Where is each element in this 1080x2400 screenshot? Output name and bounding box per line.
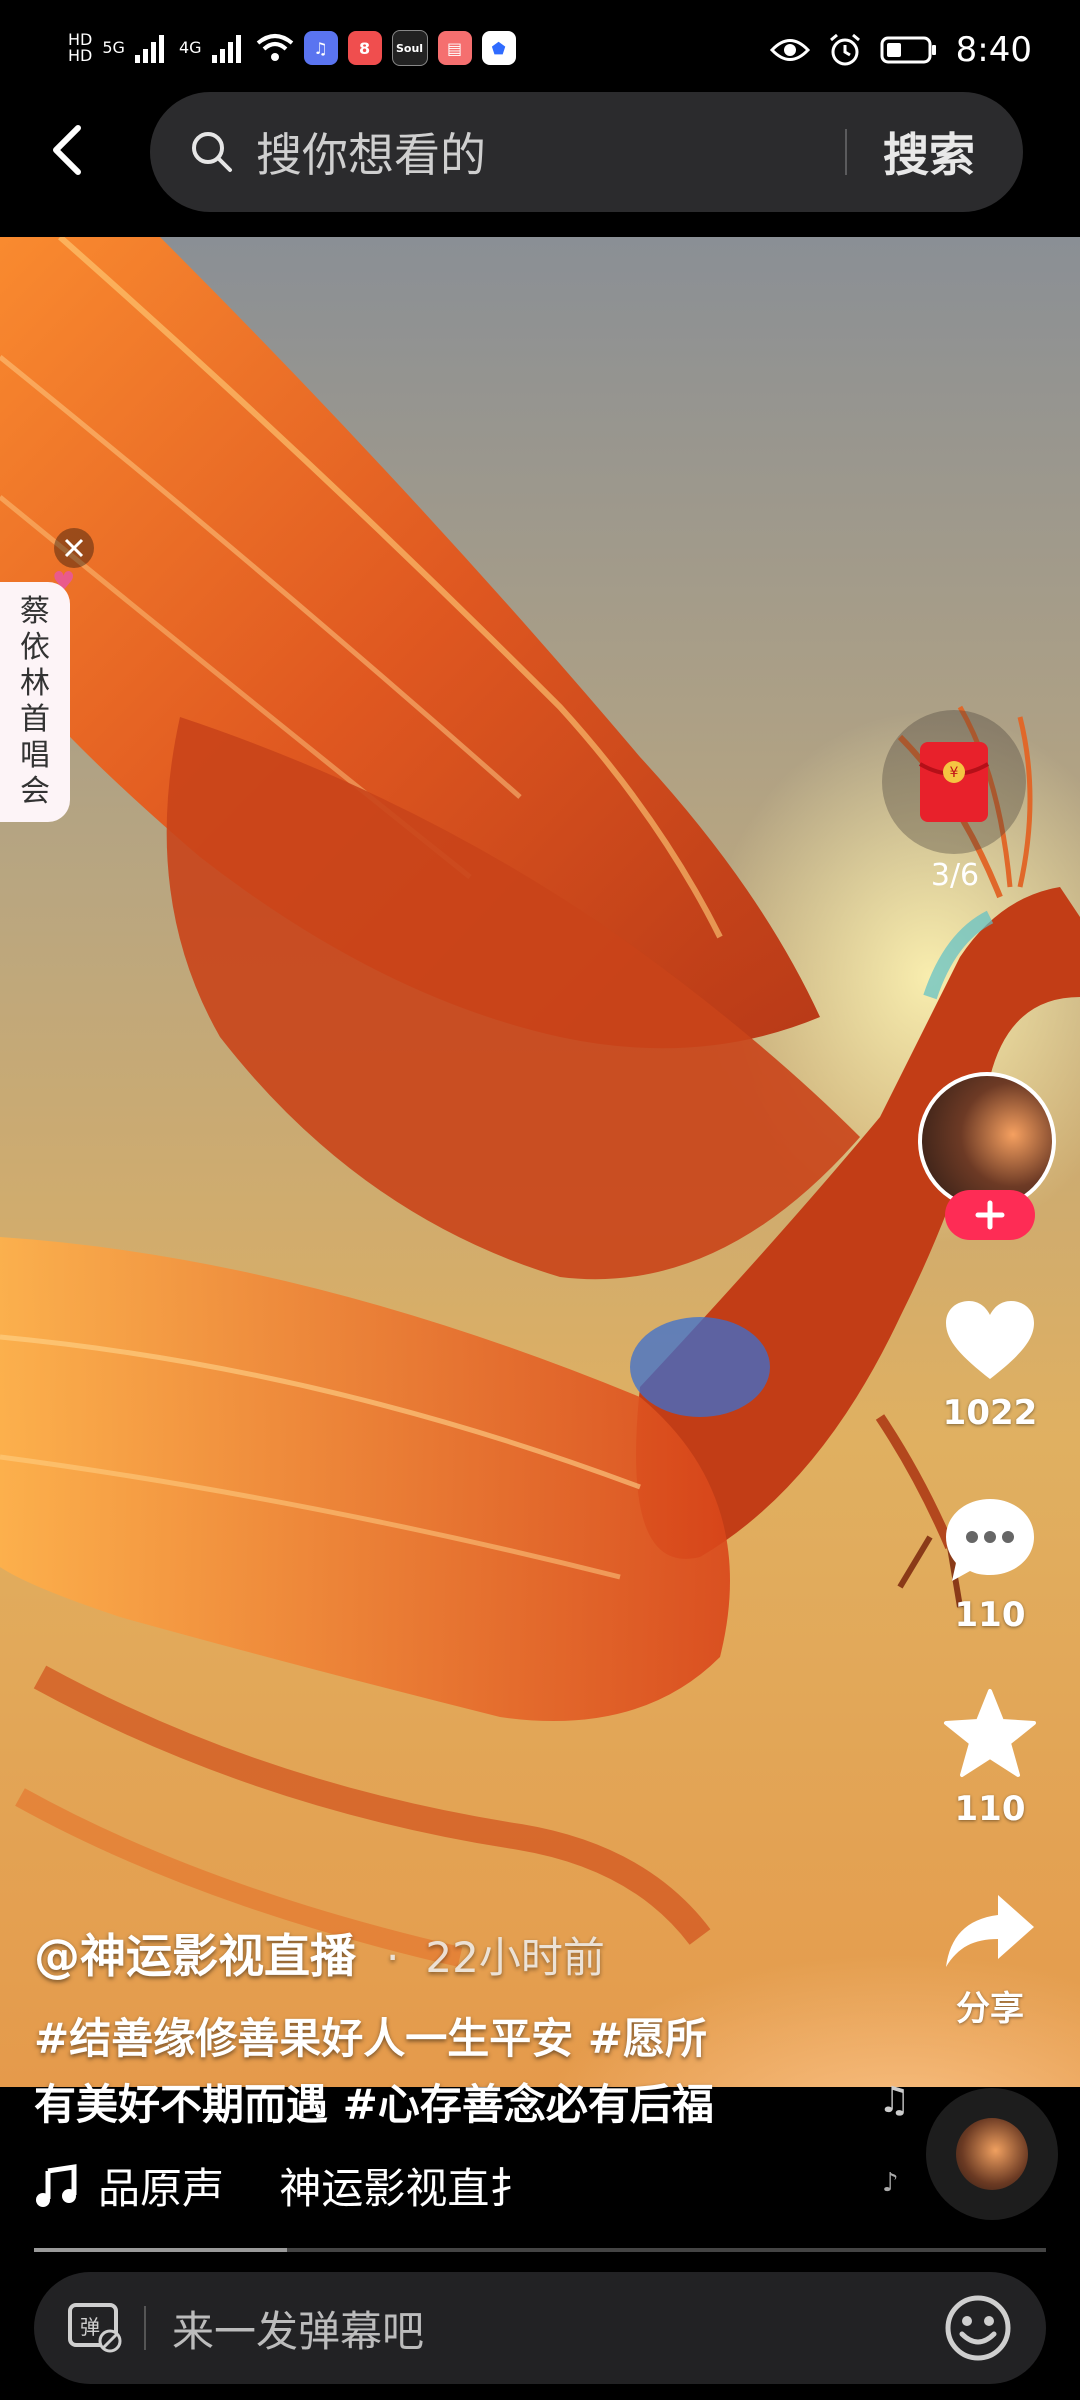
search-button[interactable]: 搜索 — [883, 119, 975, 185]
desc-line-2: 有美好不期而遇 #心存善念必有后福 — [34, 2080, 714, 2129]
danmu-input-bar[interactable]: 弹 来一发弹幕吧 — [34, 2272, 1046, 2384]
music-disc-cover — [956, 2118, 1028, 2190]
favorite-count: 110 — [954, 1789, 1026, 1829]
music-info[interactable]: 品原声 神运影视直扌 — [34, 2155, 531, 2216]
status-bar: HD HD 5G 4G ♫ 8 Soul ▤ ⬟ 8:40 — [0, 0, 1080, 100]
search-input[interactable]: 搜你想看的 — [256, 119, 845, 185]
battery-icon — [880, 36, 936, 64]
comment-icon — [946, 1499, 1034, 1581]
favorite-button[interactable]: 110 — [920, 1687, 1060, 1829]
app-icon-red: 8 — [347, 31, 382, 65]
author-line: @神运影视直播 · 22小时前 — [34, 1920, 605, 1986]
svg-text:弹: 弹 — [80, 2315, 100, 2339]
close-icon — [64, 538, 84, 558]
alarm-icon — [829, 33, 860, 66]
soul-app-icon: Soul — [391, 30, 428, 66]
music-disc-button[interactable] — [926, 2088, 1058, 2220]
search-icon — [192, 132, 232, 172]
dot-separator: · — [386, 1933, 400, 1982]
network-4g: 4G — [178, 38, 202, 57]
comment-count: 110 — [954, 1595, 1026, 1635]
danmu-input[interactable]: 来一发弹幕吧 — [172, 2298, 942, 2359]
wifi-icon — [256, 34, 293, 61]
post-time: 22小时前 — [425, 1933, 605, 1982]
book-app-icon: ▤ — [437, 31, 472, 65]
hd-indicator: HD HD — [68, 32, 92, 64]
red-packet-button[interactable]: ¥ — [882, 710, 1026, 854]
signal-icon-2 — [211, 35, 241, 63]
eye-icon — [769, 39, 810, 61]
back-arrow-icon[interactable] — [40, 120, 100, 180]
post-description[interactable]: #结善缘修善果好人一生平安 #愿所 有美好不期而遇 #心存善念必有后福 — [34, 2006, 794, 2138]
floating-note-icon: ♫ — [878, 2080, 911, 2121]
danmu-divider — [144, 2306, 146, 2350]
close-promo-button[interactable] — [54, 528, 94, 568]
video-progress-bar[interactable] — [34, 2248, 1046, 2252]
floating-note-icon-small: ♪ — [882, 2168, 899, 2198]
status-right: 8:40 — [769, 30, 1032, 70]
like-count: 1022 — [942, 1393, 1038, 1433]
concert-promo-label: 蔡依林首唱会 — [20, 594, 50, 809]
follow-button[interactable] — [945, 1190, 1035, 1240]
music-title: 品原声 神运影视直扌 — [98, 2164, 532, 2213]
comment-button[interactable]: 110 — [920, 1495, 1060, 1635]
music-app-icon: ♫ — [303, 31, 338, 65]
phoenix-image — [0, 237, 1080, 1967]
status-left: HD HD 5G 4G ♫ 8 Soul ▤ ⬟ — [68, 30, 516, 66]
star-icon — [944, 1689, 1036, 1777]
video-player[interactable]: ♥ 蔡依林首唱会 ¥ 3/6 1022 110 110 分享 — [0, 237, 1080, 2087]
author-name[interactable]: @神运影视直播 — [34, 1929, 356, 1983]
heart-icon — [946, 1301, 1034, 1379]
search-divider — [845, 129, 847, 175]
hd-label-2: HD — [68, 46, 93, 65]
danmu-toggle-icon[interactable]: 弹 — [66, 2299, 124, 2357]
shield-app-icon: ⬟ — [481, 31, 516, 65]
svg-text:¥: ¥ — [950, 765, 959, 781]
music-note-icon — [36, 2163, 77, 2207]
share-button[interactable]: 分享 — [920, 1891, 1060, 2030]
search-bar[interactable]: 搜你想看的 搜索 — [150, 92, 1023, 212]
plus-icon — [975, 1200, 1005, 1230]
desc-line-1: #结善缘修善果好人一生平安 #愿所 — [34, 2014, 708, 2063]
signal-icon — [134, 35, 164, 63]
share-arrow-icon — [946, 1895, 1034, 1967]
network-5g: 5G — [102, 38, 125, 57]
red-packet-icon: ¥ — [918, 742, 990, 822]
video-progress-fill — [34, 2248, 287, 2252]
share-label: 分享 — [956, 1989, 1024, 2029]
like-button[interactable]: 1022 — [920, 1297, 1060, 1433]
concert-promo-tag[interactable]: 蔡依林首唱会 — [0, 582, 70, 822]
red-packet-progress: 3/6 — [930, 858, 980, 893]
emoji-icon[interactable] — [942, 2292, 1014, 2364]
clock: 8:40 — [955, 30, 1032, 70]
